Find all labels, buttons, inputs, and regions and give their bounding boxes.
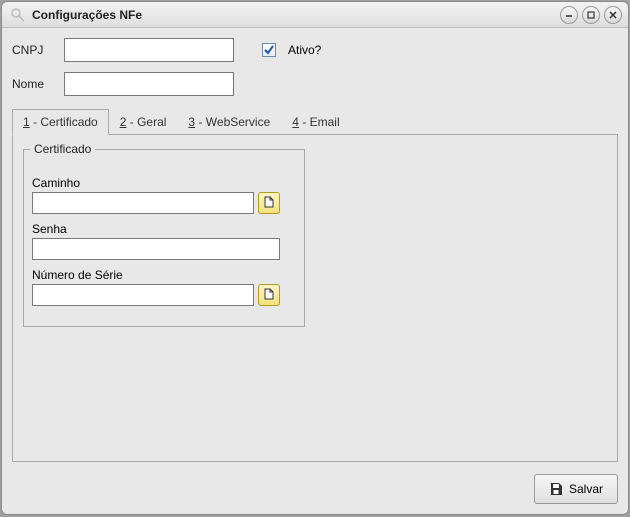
- cnpj-label: CNPJ: [12, 43, 56, 57]
- tab-panel-certificado: Certificado Caminho Senha: [12, 135, 618, 462]
- senha-label: Senha: [32, 222, 296, 236]
- caminho-field: Caminho: [32, 176, 296, 214]
- config-window: Configurações NFe CNPJ Ativo? Nome 1 - C…: [1, 1, 629, 515]
- maximize-button[interactable]: [582, 6, 600, 24]
- senha-field: Senha: [32, 222, 296, 260]
- certificado-legend: Certificado: [30, 142, 95, 156]
- ativo-label: Ativo?: [288, 43, 321, 57]
- senha-input[interactable]: [32, 238, 280, 260]
- window-title: Configurações NFe: [32, 8, 560, 22]
- nome-row: Nome: [12, 72, 618, 96]
- salvar-button[interactable]: Salvar: [534, 474, 618, 504]
- file-icon: [263, 288, 275, 303]
- save-icon: [549, 482, 563, 496]
- tab-certificado[interactable]: 1 - Certificado: [12, 109, 109, 135]
- tab-webservice[interactable]: 3 - WebService: [177, 109, 281, 135]
- app-icon: [10, 7, 26, 23]
- tab-email[interactable]: 4 - Email: [281, 109, 350, 135]
- footer: Salvar: [2, 470, 628, 514]
- content-area: CNPJ Ativo? Nome 1 - Certificado 2 - Ger…: [2, 28, 628, 470]
- caminho-input[interactable]: [32, 192, 254, 214]
- titlebar: Configurações NFe: [2, 2, 628, 28]
- numero-serie-input[interactable]: [32, 284, 254, 306]
- file-icon: [263, 196, 275, 211]
- certificado-group: Certificado Caminho Senha: [23, 149, 305, 327]
- cnpj-row: CNPJ Ativo?: [12, 38, 618, 62]
- numero-serie-browse-button[interactable]: [258, 284, 280, 306]
- caminho-label: Caminho: [32, 176, 296, 190]
- cnpj-input[interactable]: [64, 38, 234, 62]
- numero-serie-label: Número de Série: [32, 268, 296, 282]
- ativo-checkbox[interactable]: [262, 43, 276, 57]
- salvar-label: Salvar: [569, 482, 603, 496]
- tab-geral[interactable]: 2 - Geral: [109, 109, 178, 135]
- tabs: 1 - Certificado 2 - Geral 3 - WebService…: [12, 108, 618, 135]
- window-controls: [560, 6, 622, 24]
- nome-label: Nome: [12, 77, 56, 91]
- caminho-browse-button[interactable]: [258, 192, 280, 214]
- close-button[interactable]: [604, 6, 622, 24]
- minimize-button[interactable]: [560, 6, 578, 24]
- numero-serie-field: Número de Série: [32, 268, 296, 306]
- nome-input[interactable]: [64, 72, 234, 96]
